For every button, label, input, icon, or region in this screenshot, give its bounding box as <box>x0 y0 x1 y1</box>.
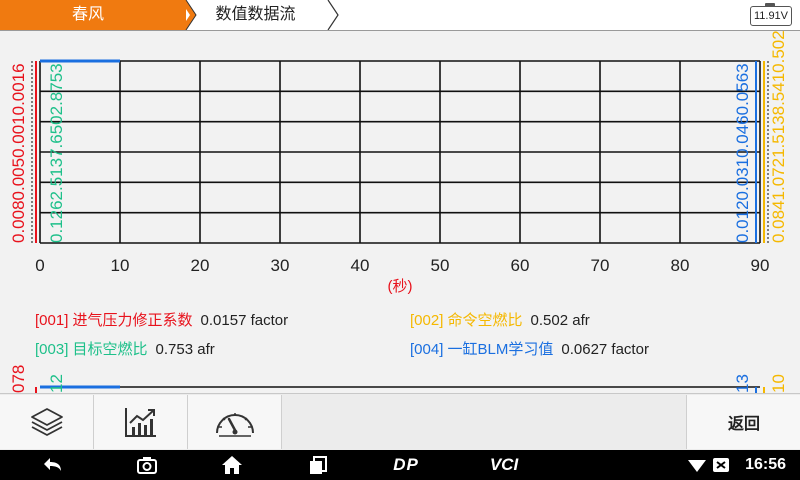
nav-recents-button[interactable] <box>304 450 332 480</box>
status-time: 16:56 <box>745 456 786 473</box>
legend-label-001: [001] 进气压力修正系数 <box>35 312 193 329</box>
sync-icon <box>713 458 729 472</box>
x-tick-label-2: 20 <box>191 256 210 275</box>
dp-logo: DP <box>393 455 419 474</box>
legend-value-002: 0.502 afr <box>530 312 590 329</box>
x-tick-label-4: 40 <box>351 256 370 275</box>
layers-icon <box>30 408 63 436</box>
x-tick-label-1: 10 <box>111 256 130 275</box>
x-tick-label-6: 60 <box>511 256 530 275</box>
left-axis-values-001: 0.0080.0050.0010.0016 <box>9 63 28 243</box>
x-tick-label-7: 70 <box>591 256 610 275</box>
gauge-button[interactable] <box>188 395 282 449</box>
legend-value-003: 0.753 afr <box>155 341 215 358</box>
back-button[interactable]: 返回 <box>686 395 800 449</box>
legend-item-004[interactable]: [004] 一缸BLM学习值 0.0627 factor <box>410 338 649 359</box>
legend-value-001: 0.0157 factor <box>200 312 289 329</box>
x-tick-label-5: 50 <box>431 256 450 275</box>
gauge-icon <box>215 413 254 437</box>
left-axis-values-003: 0.1262.5137.6502.8753 <box>47 63 66 243</box>
x-tick-label-3: 30 <box>271 256 290 275</box>
x-axis-label: (秒) <box>388 278 413 295</box>
wifi-icon <box>688 460 706 472</box>
nav-home-button[interactable] <box>218 450 246 480</box>
bottom-toolbar: 返回 <box>0 393 800 451</box>
breadcrumb-vehicle[interactable]: 春风 <box>0 0 186 30</box>
vci-logo: VCI <box>489 455 519 474</box>
x-tick-label-9: 90 <box>751 256 770 275</box>
right-axis-values-002: 0.0841.0721.5138.5410.502 <box>769 31 788 243</box>
legend-item-001[interactable]: [001] 进气压力修正系数 0.0157 factor <box>35 309 288 330</box>
legend-item-002[interactable]: [002] 命令空燃比 0.502 afr <box>410 309 590 330</box>
nav-vci-button[interactable]: VCI <box>484 450 524 480</box>
wifi-status <box>686 450 708 480</box>
notification-status <box>710 450 732 480</box>
nav-back-button[interactable] <box>36 450 70 480</box>
legend-label-003: [003] 目标空燃比 <box>35 341 148 358</box>
top-bar: 春风 数值数据流 11.91V <box>0 0 800 31</box>
breadcrumb-separator-2 <box>327 0 339 30</box>
layers-button[interactable] <box>0 395 94 449</box>
trend-chart-button[interactable] <box>94 395 188 449</box>
recents-icon <box>310 456 327 474</box>
nav-dp-button[interactable]: DP <box>386 450 426 480</box>
android-nav-bar: DP VCI 16:56 <box>0 450 800 480</box>
camera-icon <box>137 457 157 474</box>
right-axis-values-004: 0.0120.0310.0460.0563 <box>733 63 752 243</box>
nav-screenshot-button[interactable] <box>134 450 160 480</box>
legend-label-002: [002] 命令空燃比 <box>410 312 523 329</box>
trend-chart-icon <box>124 408 156 437</box>
lower-right-values-blue: 13 <box>733 374 752 393</box>
legend-value-004: 0.0627 factor <box>561 341 649 358</box>
lower-left-values-red: 078 <box>9 365 28 393</box>
x-tick-label-0: 0 <box>35 256 44 275</box>
legend-item-003[interactable]: [003] 目标空燃比 0.753 afr <box>35 338 215 359</box>
legend-label-004: [004] 一缸BLM学习值 <box>410 341 554 358</box>
back-arrow-icon <box>44 458 61 471</box>
lower-right-values-yellow: 10 <box>769 374 788 393</box>
breadcrumb-datastream[interactable]: 数值数据流 <box>183 0 328 30</box>
lower-left-values-green: 12 <box>47 374 66 393</box>
chart-area: 0 10 20 30 40 50 60 70 80 90 (秒) 0.0080.0050.0010.0… <box>0 31 800 393</box>
battery-voltage: 11.91V <box>750 3 792 26</box>
home-icon <box>222 456 242 474</box>
x-tick-label-8: 80 <box>671 256 690 275</box>
